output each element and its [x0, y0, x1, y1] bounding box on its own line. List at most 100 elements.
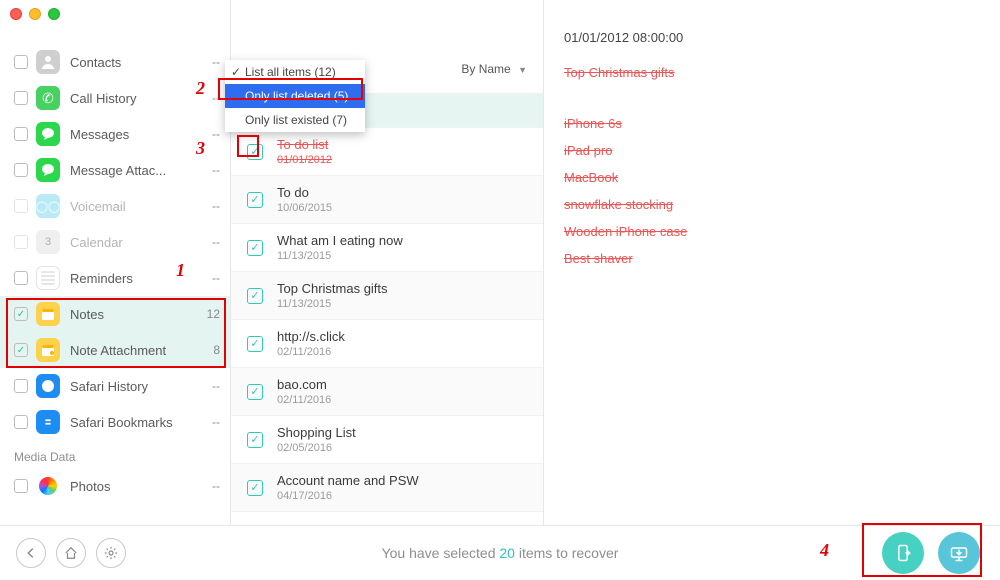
- checkbox[interactable]: [247, 288, 263, 304]
- sidebar-item-label: Safari Bookmarks: [70, 415, 206, 430]
- sidebar-item-messages[interactable]: Messages --: [0, 116, 230, 152]
- settings-button[interactable]: [96, 538, 126, 568]
- detail-date: 01/01/2012 08:00:00: [564, 30, 980, 45]
- selected-count: 20: [499, 545, 515, 561]
- note-title: Account name and PSW: [277, 473, 419, 488]
- sidebar-item-notes[interactable]: Notes 12: [0, 296, 230, 332]
- home-button[interactable]: [56, 538, 86, 568]
- sidebar-item-label: Message Attac...: [70, 163, 206, 178]
- note-detail: 01/01/2012 08:00:00 Top Christmas gifts …: [544, 0, 1000, 525]
- sidebar-item-voicemail: ◯◯ Voicemail --: [0, 188, 230, 224]
- sidebar-item-count: --: [212, 235, 220, 249]
- checkbox[interactable]: [247, 336, 263, 352]
- recover-to-computer-button[interactable]: [938, 532, 980, 574]
- sidebar-item-count: 8: [213, 343, 220, 357]
- detail-line: Wooden iPhone case: [564, 224, 687, 239]
- sidebar-item-label: Contacts: [70, 55, 206, 70]
- sort-dropdown-trigger[interactable]: By Name ▼: [461, 62, 527, 76]
- note-list: To do list 01/01/2012 To do 10/06/2015 W…: [231, 94, 543, 512]
- checkbox[interactable]: [247, 480, 263, 496]
- checkbox[interactable]: [14, 307, 28, 321]
- note-row[interactable]: Account name and PSW 04/17/2016: [231, 464, 543, 512]
- note-date: 04/17/2016: [277, 490, 419, 502]
- filter-dropdown-menu: List all items (12) Only list deleted (5…: [225, 60, 365, 132]
- sidebar-item-label: Note Attachment: [70, 343, 207, 358]
- sidebar: Contacts -- ✆ Call History -- Messages -…: [0, 0, 231, 525]
- note-title: Top Christmas gifts: [277, 281, 388, 296]
- contacts-icon: [36, 50, 60, 74]
- filter-option-deleted[interactable]: Only list deleted (5): [225, 84, 365, 108]
- note-date: 11/13/2015: [277, 250, 403, 262]
- checkbox[interactable]: [14, 343, 28, 357]
- sidebar-item-contacts[interactable]: Contacts --: [0, 44, 230, 80]
- sidebar-item-calendar: 3 Calendar --: [0, 224, 230, 260]
- sidebar-item-label: Messages: [70, 127, 206, 142]
- detail-line: iPad pro: [564, 143, 612, 158]
- checkbox[interactable]: [14, 91, 28, 105]
- note-date: 02/11/2016: [277, 394, 331, 406]
- sidebar-item-label: Call History: [70, 91, 206, 106]
- note-row[interactable]: Top Christmas gifts 11/13/2015: [231, 272, 543, 320]
- checkbox[interactable]: [247, 240, 263, 256]
- sidebar-item-note-attachment[interactable]: Note Attachment 8: [0, 332, 230, 368]
- sidebar-item-message-attachments[interactable]: Message Attac... --: [0, 152, 230, 188]
- note-row[interactable]: bao.com 02/11/2016: [231, 368, 543, 416]
- sidebar-item-count: 12: [207, 307, 220, 321]
- checkbox[interactable]: [247, 192, 263, 208]
- voicemail-icon: ◯◯: [36, 194, 60, 218]
- checkbox[interactable]: [247, 432, 263, 448]
- sidebar-item-photos[interactable]: Photos --: [0, 468, 230, 504]
- detail-line: snowflake stocking: [564, 197, 673, 212]
- sidebar-item-count: --: [212, 479, 220, 493]
- checkbox[interactable]: [247, 144, 263, 160]
- notes-icon: [36, 302, 60, 326]
- chevron-down-icon: ▼: [518, 65, 527, 75]
- checkbox[interactable]: [14, 271, 28, 285]
- window-zoom-button[interactable]: [48, 8, 60, 20]
- back-button[interactable]: [16, 538, 46, 568]
- checkbox[interactable]: [14, 479, 28, 493]
- calendar-icon: 3: [36, 230, 60, 254]
- message-attach-icon: [36, 158, 60, 182]
- sidebar-item-call-history[interactable]: ✆ Call History --: [0, 80, 230, 116]
- window-controls: [10, 8, 60, 20]
- footer: You have selected 20 items to recover: [0, 525, 1000, 580]
- checkbox[interactable]: [247, 384, 263, 400]
- window-close-button[interactable]: [10, 8, 22, 20]
- checkbox: [14, 235, 28, 249]
- checkbox[interactable]: [14, 163, 28, 177]
- status-text: You have selected 20 items to recover: [382, 545, 619, 561]
- sidebar-item-reminders[interactable]: Reminders --: [0, 260, 230, 296]
- checkbox[interactable]: [14, 55, 28, 69]
- filter-option-existed[interactable]: Only list existed (7): [225, 108, 365, 132]
- note-title: http://s.click: [277, 329, 345, 344]
- note-row[interactable]: http://s.click 02/11/2016: [231, 320, 543, 368]
- note-date: 01/01/2012: [277, 154, 332, 166]
- note-row[interactable]: What am I eating now 11/13/2015: [231, 224, 543, 272]
- note-row[interactable]: To do list 01/01/2012: [231, 128, 543, 176]
- filter-option-all[interactable]: List all items (12): [225, 60, 365, 84]
- sidebar-item-count: --: [212, 163, 220, 177]
- recover-to-device-button[interactable]: [882, 532, 924, 574]
- checkbox[interactable]: [14, 379, 28, 393]
- sidebar-section-media: Media Data: [0, 440, 230, 468]
- note-row[interactable]: Shopping List 02/05/2016: [231, 416, 543, 464]
- note-attachment-icon: [36, 338, 60, 362]
- note-row[interactable]: To do 10/06/2015: [231, 176, 543, 224]
- sidebar-item-label: Voicemail: [70, 199, 206, 214]
- sidebar-item-safari-history[interactable]: Safari History --: [0, 368, 230, 404]
- sidebar-item-count: --: [212, 127, 220, 141]
- sidebar-item-safari-bookmarks[interactable]: Safari Bookmarks --: [0, 404, 230, 440]
- note-date: 11/13/2015: [277, 298, 388, 310]
- checkbox[interactable]: [14, 127, 28, 141]
- sidebar-item-label: Reminders: [70, 271, 206, 286]
- note-date: 10/06/2015: [277, 202, 332, 214]
- note-title: Shopping List: [277, 425, 356, 440]
- window-minimize-button[interactable]: [29, 8, 41, 20]
- sidebar-item-label: Safari History: [70, 379, 206, 394]
- checkbox[interactable]: [14, 415, 28, 429]
- note-title: To do list: [277, 137, 332, 152]
- messages-icon: [36, 122, 60, 146]
- note-date: 02/05/2016: [277, 442, 356, 454]
- safari-icon: [36, 374, 60, 398]
